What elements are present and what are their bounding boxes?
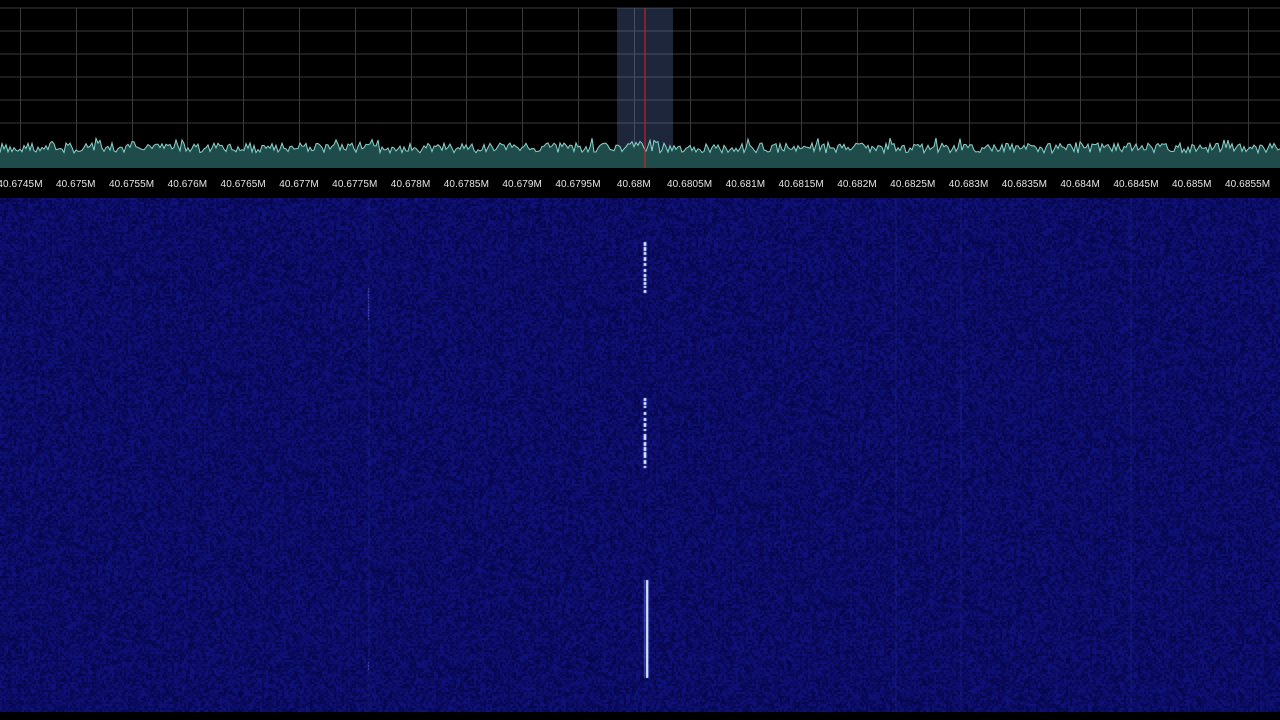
frequency-tick-label: 40.676M	[167, 179, 208, 190]
frequency-tick-label: 40.684M	[1060, 179, 1100, 190]
frequency-tick-label: 40.6775M	[332, 179, 378, 190]
frequency-tick-label: 40.683M	[948, 179, 989, 190]
frequency-tick-label: 40.6825M	[890, 179, 936, 190]
frequency-tick-label: 40.6755M	[108, 179, 155, 190]
frequency-tick-label: 40.677M	[279, 179, 319, 190]
sdr-receiver-view: 40.6745M 40.675M 40.6755M 40.676M 40.6765M 40…	[0, 0, 1280, 720]
frequency-tick-label: 40.679M	[502, 179, 542, 190]
frequency-tick-label: 40.685M	[1171, 179, 1212, 190]
frequency-tick-label: 40.6855M	[1224, 179, 1271, 190]
frequency-tick-label: 40.68M	[616, 179, 651, 190]
frequency-axis[interactable]: 40.6745M 40.675M 40.6755M 40.676M 40.6765M 40…	[0, 168, 1280, 198]
frequency-tick-label: 40.681M	[725, 179, 766, 190]
frequency-tick-label: 40.6805M	[666, 179, 713, 190]
waterfall-display[interactable]	[0, 198, 1280, 712]
spectrum-display[interactable]	[0, 0, 1280, 168]
frequency-tick-label: 40.6785M	[443, 179, 490, 190]
frequency-tick-label: 40.6765M	[220, 179, 266, 190]
frequency-tick-label: 40.678M	[390, 179, 431, 190]
frequency-tick-label: 40.6815M	[778, 179, 824, 190]
frequency-tick-label: 40.6795M	[555, 179, 601, 190]
frequency-tick-label: 40.6745M	[0, 179, 43, 190]
frequency-tick-label: 40.682M	[837, 179, 877, 190]
frequency-tick-label: 40.6835M	[1001, 179, 1048, 190]
bottom-bar	[0, 712, 1280, 720]
frequency-tick-label: 40.6845M	[1113, 179, 1159, 190]
frequency-tick-label: 40.675M	[55, 179, 96, 190]
